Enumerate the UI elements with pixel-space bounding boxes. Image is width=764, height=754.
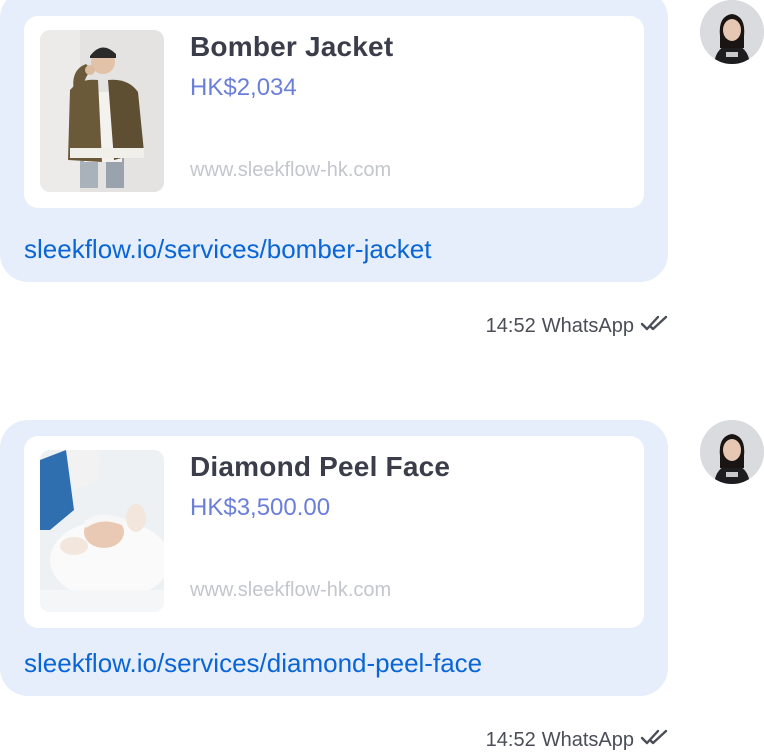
product-link[interactable]: sleekflow.io/services/diamond-peel-face [24, 648, 482, 679]
product-image [40, 450, 164, 612]
chat-thread: Bomber Jacket HK$2,034 www.sleekflow-hk.… [0, 0, 764, 754]
product-site: www.sleekflow-hk.com [190, 579, 392, 601]
product-card[interactable]: Bomber Jacket HK$2,034 www.sleekflow-hk.… [24, 16, 644, 208]
message-time: 14:52 [485, 728, 536, 751]
avatar[interactable] [700, 0, 764, 64]
product-price: HK$3,500.00 [190, 494, 331, 521]
double-check-icon [640, 728, 670, 752]
product-link[interactable]: sleekflow.io/services/bomber-jacket [24, 234, 432, 265]
double-check-icon [640, 314, 670, 338]
product-title: Bomber Jacket [190, 31, 394, 62]
message-channel: WhatsApp [541, 314, 634, 337]
product-image [40, 30, 164, 192]
message-bubble: Bomber Jacket HK$2,034 www.sleekflow-hk.… [0, 0, 668, 282]
message-time: 14:52 [485, 314, 536, 337]
message-meta: 14:52 WhatsApp [486, 728, 670, 752]
message-channel: WhatsApp [541, 728, 634, 751]
product-site: www.sleekflow-hk.com [190, 159, 392, 181]
avatar[interactable] [700, 420, 764, 484]
message-meta: 14:52 WhatsApp [486, 314, 670, 338]
product-price: HK$2,034 [190, 74, 297, 101]
message-bubble: Diamond Peel Face HK$3,500.00 www.sleekf… [0, 420, 668, 696]
product-title: Diamond Peel Face [190, 451, 451, 482]
product-card[interactable]: Diamond Peel Face HK$3,500.00 www.sleekf… [24, 436, 644, 628]
